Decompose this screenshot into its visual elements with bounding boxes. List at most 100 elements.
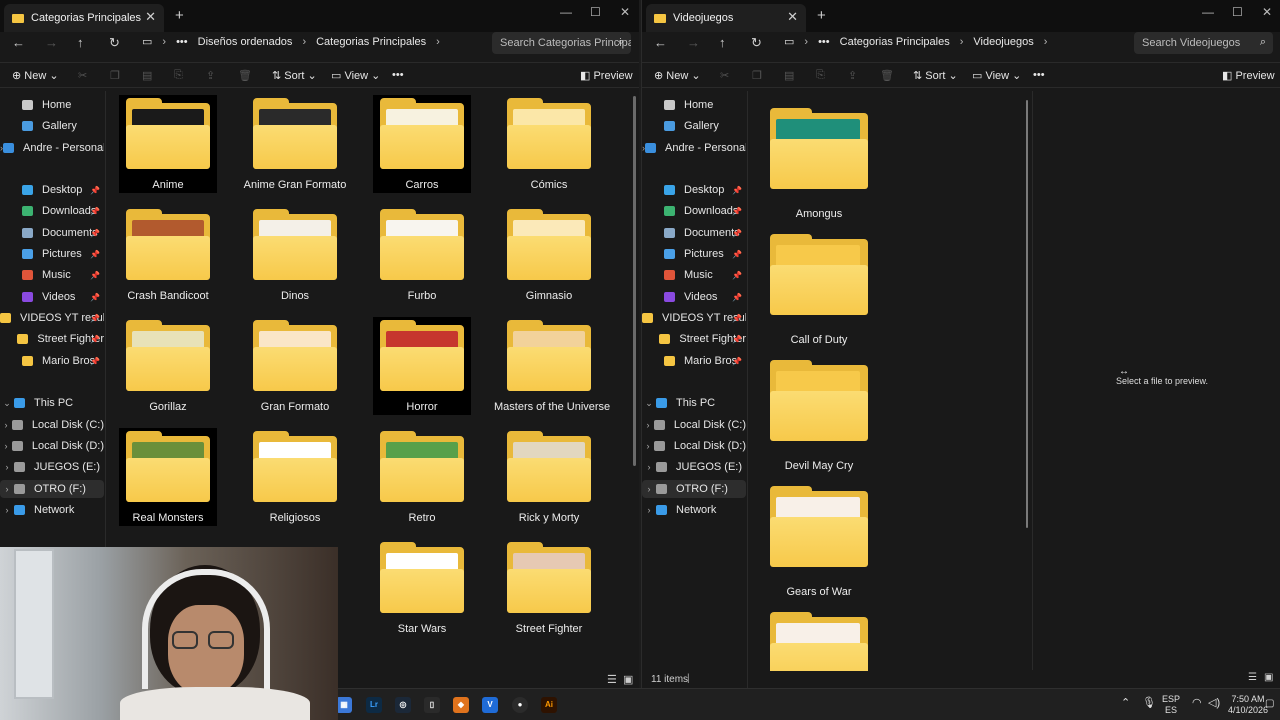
folder-item[interactable]: Furbo: [367, 202, 477, 310]
scrollbar[interactable]: [1026, 100, 1028, 528]
sidebar-item-pictures[interactable]: Pictures 📌: [0, 245, 104, 263]
volume-icon[interactable]: ◁): [1208, 698, 1220, 709]
preview-divider[interactable]: [1032, 91, 1033, 670]
folder-item[interactable]: [764, 605, 874, 671]
folder-item[interactable]: Carros: [367, 91, 477, 199]
folder-item[interactable]: Crash Bandicoot: [113, 202, 223, 310]
folder-item[interactable]: Real Monsters: [113, 424, 223, 532]
sidebar-item-videos-yt[interactable]: VIDEOS YT resubir📌: [0, 309, 104, 327]
sidebar-item-desktop[interactable]: Desktop 📌: [0, 181, 104, 199]
folder-item[interactable]: Masters of the Universe: [494, 313, 610, 421]
sidebar-item-juegos-e[interactable]: › JUEGOS (E:): [0, 458, 104, 476]
sidebar-item-onedrive[interactable]: › Andre - Personal: [0, 139, 104, 157]
folder-item[interactable]: Call of Duty: [764, 227, 874, 347]
sort-button[interactable]: ⇅ Sort ⌄: [272, 69, 317, 82]
up-icon[interactable]: ↑: [77, 35, 84, 50]
sidebar-item-downloads[interactable]: Downloads 📌: [642, 202, 746, 220]
tab-videojuegos[interactable]: Videojuegos ✕: [646, 4, 806, 32]
folder-item[interactable]: Dinos: [240, 202, 350, 310]
close-window-button[interactable]: ✕: [620, 5, 630, 19]
sidebar-item-gallery[interactable]: Gallery: [0, 117, 104, 135]
sidebar-item-videos[interactable]: Videos 📌: [642, 288, 746, 306]
sidebar-item-pictures[interactable]: Pictures 📌: [642, 245, 746, 263]
preview-button[interactable]: ◧ Preview: [580, 69, 633, 82]
sidebar-item-this-pc[interactable]: ⌄ This PC: [0, 394, 104, 412]
brave-icon[interactable]: ◆: [453, 697, 469, 713]
sidebar-item-street-fighter[interactable]: Street Fighter 📌: [0, 330, 104, 348]
sidebar-item-onedrive[interactable]: › Andre - Personal: [642, 139, 746, 157]
close-tab-icon[interactable]: ✕: [145, 9, 156, 25]
rename-icon[interactable]: ⎘: [816, 69, 825, 82]
chevron-icon[interactable]: ›: [642, 462, 656, 472]
vegas-icon[interactable]: V: [482, 697, 498, 713]
chevron-icon[interactable]: ⌄: [0, 398, 14, 409]
wifi-icon[interactable]: ◠: [1192, 698, 1202, 709]
details-view-icon[interactable]: ☰: [607, 673, 617, 686]
sidebar-item-mario-bros[interactable]: Mario Bros 📌: [0, 352, 104, 370]
notifications-icon[interactable]: ▢: [1265, 698, 1274, 709]
tiles-view-icon[interactable]: ▣: [1264, 672, 1273, 683]
chevron-icon[interactable]: ⌄: [642, 398, 656, 409]
new-button[interactable]: ⊕ New ⌄: [12, 69, 59, 82]
chevron-icon[interactable]: ›: [0, 420, 12, 430]
obs-icon[interactable]: ●: [512, 697, 528, 713]
sidebar-item-local-disk-d[interactable]: › Local Disk (D:): [642, 437, 746, 455]
sidebar-item-mario-bros[interactable]: Mario Bros 📌: [642, 352, 746, 370]
epic-games-icon[interactable]: ▯: [424, 697, 440, 713]
chevron-icon[interactable]: ›: [0, 462, 14, 472]
steam-icon[interactable]: ◎: [395, 697, 411, 713]
maximize-button[interactable]: ☐: [590, 5, 601, 19]
sidebar-item-videos-yt[interactable]: VIDEOS YT resubir📌: [642, 309, 746, 327]
sidebar-item-home[interactable]: Home: [0, 96, 104, 114]
delete-icon[interactable]: 🗑: [238, 69, 252, 82]
folder-item[interactable]: Devil May Cry: [764, 353, 874, 473]
monitor-icon[interactable]: ▭: [142, 35, 152, 48]
delete-icon[interactable]: 🗑: [880, 69, 894, 82]
close-tab-icon[interactable]: ✕: [787, 9, 798, 25]
breadcrumb-item[interactable]: Diseños ordenados: [198, 36, 293, 48]
maximize-button[interactable]: ☐: [1232, 5, 1243, 19]
sidebar-item-street-fighter[interactable]: Street Fighter 📌: [642, 330, 746, 348]
folder-item[interactable]: Star Wars: [367, 535, 477, 643]
illustrator-icon[interactable]: Ai: [541, 697, 557, 713]
sidebar-item-gallery[interactable]: Gallery: [642, 117, 746, 135]
chevron-icon[interactable]: ›: [0, 505, 14, 515]
sidebar-item-local-disk-c[interactable]: › Local Disk (C:): [0, 416, 104, 434]
chevron-up-icon[interactable]: ⌃: [1121, 698, 1130, 709]
details-view-icon[interactable]: ☰: [1248, 672, 1257, 683]
folder-item[interactable]: Gimnasio: [494, 202, 604, 310]
chevron-icon[interactable]: ›: [642, 484, 656, 494]
sidebar-item-videos[interactable]: Videos 📌: [0, 288, 104, 306]
new-button[interactable]: ⊕ New ⌄: [654, 69, 701, 82]
folder-item[interactable]: Horror: [367, 313, 477, 421]
folder-item[interactable]: Religiosos: [240, 424, 350, 532]
cut-icon[interactable]: ✂: [720, 69, 729, 82]
language-indicator[interactable]: ESP ES: [1162, 694, 1180, 716]
up-icon[interactable]: ↑: [719, 35, 726, 50]
share-icon[interactable]: ⇪: [206, 69, 215, 82]
sidebar-item-music[interactable]: Music 📌: [642, 266, 746, 284]
tab-categorias-principales[interactable]: Categorias Principales ✕: [4, 4, 164, 32]
folder-item[interactable]: Gran Formato: [240, 313, 350, 421]
view-button[interactable]: ▭ View ⌄: [972, 69, 1021, 82]
sidebar-item-desktop[interactable]: Desktop 📌: [642, 181, 746, 199]
new-tab-button[interactable]: +: [175, 7, 184, 24]
folder-item[interactable]: Anime Gran Formato: [240, 91, 350, 199]
sidebar-item-otro-f[interactable]: › OTRO (F:): [642, 480, 746, 498]
folder-item[interactable]: Cómics: [494, 91, 604, 199]
refresh-icon[interactable]: ↻: [751, 35, 762, 51]
more-path-icon[interactable]: •••: [176, 36, 188, 48]
more-path-icon[interactable]: •••: [818, 36, 830, 48]
scrollbar[interactable]: [633, 96, 636, 466]
folder-item[interactable]: Street Fighter: [494, 535, 604, 643]
more-options-icon[interactable]: •••: [392, 69, 404, 81]
folder-item[interactable]: Anime: [113, 91, 223, 199]
folder-item[interactable]: Amongus: [764, 101, 874, 221]
lightroom-icon[interactable]: Lr: [366, 697, 382, 713]
cut-icon[interactable]: ✂: [78, 69, 87, 82]
folder-item[interactable]: Gorillaz: [113, 313, 223, 421]
sidebar-item-network[interactable]: › Network: [642, 501, 746, 519]
rename-icon[interactable]: ⎘: [174, 69, 183, 82]
sidebar-item-downloads[interactable]: Downloads 📌: [0, 202, 104, 220]
sidebar-item-local-disk-c[interactable]: › Local Disk (C:): [642, 416, 746, 434]
